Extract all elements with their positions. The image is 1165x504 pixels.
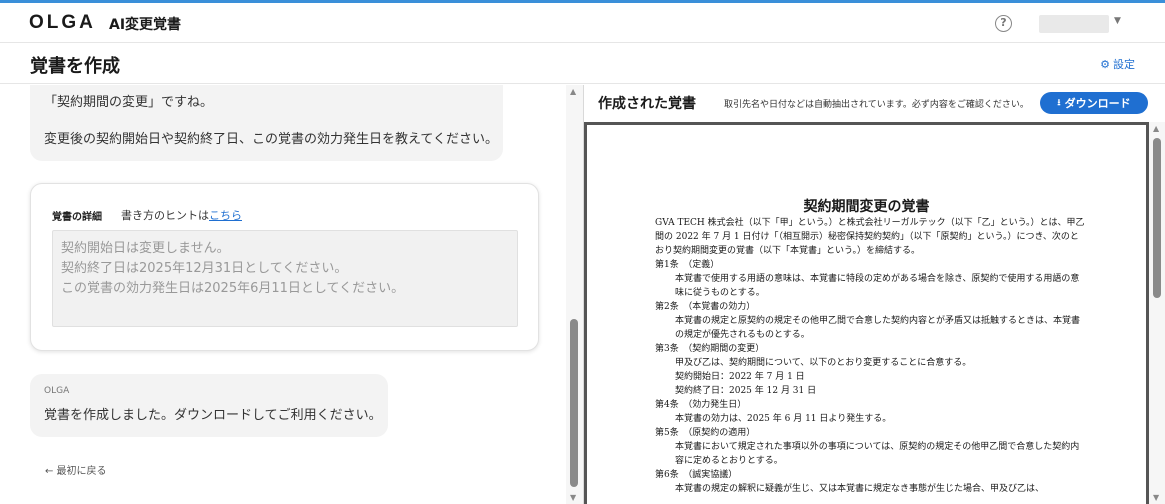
contract-end-date: 契約終了日：2025 年 12 月 31 日 bbox=[675, 386, 817, 396]
document-title: 契約期間変更の覚書 bbox=[803, 199, 930, 215]
hint-prefix: 書き方のヒントは bbox=[121, 209, 209, 222]
document-scrollbar[interactable]: ▲ ▼ bbox=[1149, 122, 1165, 504]
gear-icon: ⚙ bbox=[1100, 57, 1110, 71]
chat-pane: 「契約期間の変更」ですね。 変更後の契約開始日や契約終了日、この覚書の効力発生日… bbox=[0, 85, 583, 504]
scroll-down-icon[interactable]: ▼ bbox=[1153, 493, 1159, 502]
article-heading: 第4条 （効力発生日） bbox=[655, 400, 747, 410]
doc-intro: GVA TECH 株式会社（以下「甲」という。）と株式会社リーガルテック（以下「… bbox=[655, 218, 1085, 256]
preview-note: 取引先名や日付などは自動抽出されています。必ず内容をご確認ください。 bbox=[724, 100, 1029, 110]
article-heading: 第2条 （本覚書の効力） bbox=[655, 302, 756, 312]
message-line: 変更後の契約開始日や契約終了日、この覚書の効力発生日を教えてください。 bbox=[44, 132, 498, 147]
document-page: 契約期間変更の覚書 GVA TECH 株式会社（以下「甲」という。）と株式会社リ… bbox=[587, 125, 1146, 504]
article-heading: 第5条 （原契約の適用） bbox=[655, 428, 756, 438]
help-icon[interactable]: ? bbox=[995, 15, 1012, 32]
assistant-message: 「契約期間の変更」ですね。 変更後の契約開始日や契約終了日、この覚書の効力発生日… bbox=[30, 85, 503, 161]
app-name: AI変更覚書 bbox=[109, 17, 182, 33]
page-title: 覚書を作成 bbox=[30, 56, 120, 77]
article-body: 本覚書の効力は、2025 年 6 月 11 日より発生する。 bbox=[675, 414, 892, 424]
document-body: GVA TECH 株式会社（以下「甲」という。）と株式会社リーガルテック（以下「… bbox=[655, 216, 1085, 496]
app-header: OLGA AI変更覚書 ? ▼ bbox=[0, 3, 1165, 43]
download-icon: ⭳ bbox=[1057, 98, 1061, 108]
article-heading: 第3条 （契約期間の変更） bbox=[655, 344, 765, 354]
sender-name: OLGA bbox=[44, 386, 70, 396]
settings-label: 設定 bbox=[1113, 58, 1135, 71]
scroll-up-icon[interactable]: ▲ bbox=[1153, 124, 1159, 133]
page-titlebar: 覚書を作成 ⚙ 設定 bbox=[0, 44, 1165, 84]
chat-scrollbar[interactable]: ▲ ▼ bbox=[566, 85, 583, 504]
detail-label: 覚書の詳細 bbox=[52, 212, 102, 223]
article-body: 本覚書において規定された事項以外の事項については、原契約の規定その他甲乙間で合意… bbox=[675, 442, 1080, 466]
article-body: 本覚書の規定の解釈に疑義が生じ、又は本覚書に規定なき事態が生じた場合、甲及び乙は… bbox=[675, 484, 1045, 494]
assistant-message: OLGA 覚書を作成しました。ダウンロードしてご利用ください。 bbox=[30, 374, 388, 437]
hint-link[interactable]: こちら bbox=[209, 209, 242, 222]
download-button[interactable]: ⭳ ダウンロード bbox=[1040, 92, 1148, 114]
article-heading: 第1条 （定義） bbox=[655, 260, 720, 270]
download-label: ダウンロード bbox=[1064, 97, 1131, 110]
document-viewer: 契約期間変更の覚書 GVA TECH 株式会社（以下「甲」という。）と株式会社リ… bbox=[584, 122, 1149, 504]
olga-logo[interactable]: OLGA bbox=[29, 12, 96, 34]
message-line: 「契約期間の変更」ですね。 bbox=[44, 95, 214, 110]
message-text: 覚書を作成しました。ダウンロードしてご利用ください。 bbox=[44, 408, 382, 423]
article-body: 甲及び乙は、契約期間について、以下のとおり変更することに合意する。 bbox=[675, 358, 972, 368]
contract-start-date: 契約開始日：2022 年 7 月 1 日 bbox=[675, 372, 805, 382]
settings-link[interactable]: ⚙ 設定 bbox=[1100, 56, 1135, 72]
hint-text: 書き方のヒントはこちら bbox=[121, 207, 242, 223]
scroll-up-icon[interactable]: ▲ bbox=[570, 87, 576, 96]
user-menu[interactable] bbox=[1039, 15, 1109, 33]
scroll-down-icon[interactable]: ▼ bbox=[570, 493, 576, 502]
back-to-start-link[interactable]: ← 最初に戻る bbox=[45, 462, 107, 477]
chevron-down-icon[interactable]: ▼ bbox=[1114, 16, 1121, 26]
memo-detail-card: 覚書の詳細 書き方のヒントはこちら 契約開始日は変更しません。 契約終了日は20… bbox=[30, 183, 539, 351]
article-body: 本覚書で使用する用語の意味は、本覚書に特段の定めがある場合を除き、原契約で使用す… bbox=[675, 274, 1080, 298]
article-heading: 第6条 （誠実協議） bbox=[655, 470, 738, 480]
detail-textarea[interactable]: 契約開始日は変更しません。 契約終了日は2025年12月31日としてください。 … bbox=[52, 230, 518, 327]
article-body: 本覚書の規定と原契約の規定その他甲乙間で合意した契約内容とが矛盾又は抵触するとき… bbox=[675, 316, 1081, 340]
scrollbar-thumb[interactable] bbox=[570, 319, 578, 487]
scrollbar-thumb[interactable] bbox=[1153, 138, 1161, 298]
preview-title: 作成された覚書 bbox=[598, 96, 696, 112]
